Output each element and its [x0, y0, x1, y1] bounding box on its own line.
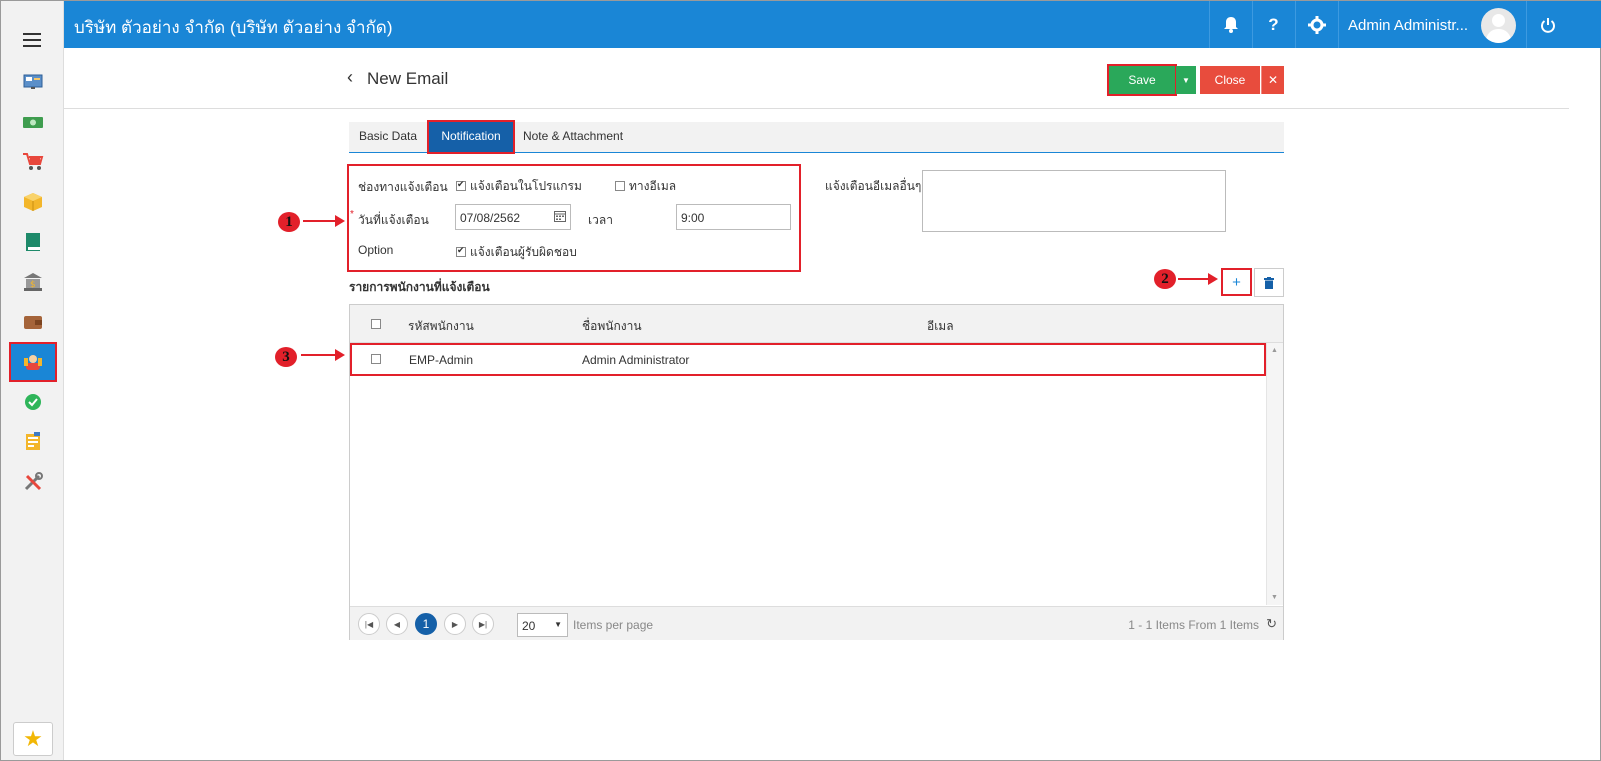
- save-dropdown-caret-icon[interactable]: ▼: [1176, 66, 1196, 94]
- prev-page-icon[interactable]: ◀: [386, 613, 408, 635]
- email-channel-label: ทางอีเมล: [629, 179, 677, 193]
- wallet-icon[interactable]: [11, 304, 55, 340]
- annotation-arrow-icon: [301, 349, 345, 361]
- checkbox-icon[interactable]: [615, 181, 625, 191]
- divider: [1338, 1, 1339, 48]
- gear-icon[interactable]: [1295, 1, 1337, 48]
- items-per-page-label: Items per page: [573, 618, 654, 632]
- help-icon[interactable]: ?: [1252, 1, 1294, 48]
- divider: [64, 108, 1569, 109]
- other-email-textarea[interactable]: [922, 170, 1226, 232]
- avatar[interactable]: [1481, 8, 1516, 43]
- add-employee-button[interactable]: +: [1221, 268, 1252, 296]
- star-icon[interactable]: ★: [13, 722, 53, 756]
- option-label: Option: [358, 243, 394, 257]
- employee-code: EMP-Admin: [409, 353, 474, 367]
- employee-list-title: รายการพนักงานที่แจ้งเตือน: [349, 280, 490, 294]
- save-button[interactable]: Save: [1107, 64, 1177, 96]
- time-field[interactable]: 9:00: [676, 204, 791, 230]
- column-header-code[interactable]: รหัสพนักงาน: [408, 317, 474, 336]
- date-label: วันที่แจ้งเตือน: [358, 213, 429, 227]
- next-page-icon[interactable]: ▶: [444, 613, 466, 635]
- checkbox-checked-icon[interactable]: [456, 179, 466, 191]
- close-x-icon[interactable]: ✕: [1261, 66, 1284, 94]
- tab-notification[interactable]: Notification: [427, 120, 515, 154]
- page-size-value: 20: [522, 619, 536, 633]
- bell-icon[interactable]: [1209, 1, 1251, 48]
- tools-icon[interactable]: [11, 464, 55, 500]
- book-icon[interactable]: [11, 224, 55, 260]
- in-app-label: แจ้งเตือนในโปรแกรม: [470, 179, 582, 193]
- top-bar: บริษัท ตัวอย่าง จำกัด (บริษัท ตัวอย่าง จ…: [64, 1, 1601, 48]
- required-mark: *: [350, 209, 354, 220]
- report-icon[interactable]: [11, 424, 55, 460]
- tab-bar: Basic Data Notification Note & Attachmen…: [349, 120, 1284, 154]
- first-page-icon[interactable]: |◀: [358, 613, 380, 635]
- trash-icon: [1264, 276, 1274, 289]
- items-summary: 1 - 1 Items From 1 Items: [1128, 618, 1259, 632]
- bank-icon[interactable]: $: [11, 264, 55, 300]
- grid-header: รหัสพนักงาน ชื่อพนักงาน อีเมล: [350, 305, 1283, 343]
- close-button[interactable]: Close: [1200, 66, 1260, 94]
- company-name: บริษัท ตัวอย่าง จำกัด (บริษัท ตัวอย่าง จ…: [74, 18, 393, 37]
- employee-icon[interactable]: [9, 342, 57, 382]
- money-icon[interactable]: [11, 104, 55, 140]
- hamburger-menu-icon[interactable]: [23, 33, 41, 47]
- annotation-badge-1: 1: [278, 212, 300, 232]
- refresh-icon[interactable]: ↻: [1266, 616, 1277, 632]
- page-size-select[interactable]: 20 ▼: [517, 613, 568, 637]
- row-checkbox[interactable]: [371, 354, 381, 364]
- box-icon[interactable]: [11, 184, 55, 220]
- dashboard-icon[interactable]: [11, 64, 55, 100]
- checkbox-checked-icon[interactable]: [456, 245, 466, 257]
- notification-settings-box: ช่องทางแจ้งเตือน แจ้งเตือนในโปรแกรม ทางอ…: [347, 164, 801, 272]
- pager: |◀ ◀ 1 ▶ ▶| 20 ▼ Items per page 1 - 1 It…: [350, 606, 1283, 640]
- tab-note-attachment[interactable]: Note & Attachment: [515, 122, 631, 152]
- power-icon[interactable]: [1526, 1, 1568, 48]
- annotation-badge-3: 3: [275, 347, 297, 367]
- employee-grid: รหัสพนักงาน ชื่อพนักงาน อีเมล EMP-Admin …: [349, 304, 1284, 640]
- tab-basic-data[interactable]: Basic Data: [349, 122, 427, 152]
- select-all-checkbox[interactable]: [371, 319, 381, 329]
- date-field[interactable]: 07/08/2562: [455, 204, 571, 230]
- other-email-label: แจ้งเตือนอีเมลอื่นๆ: [825, 179, 922, 193]
- cart-icon[interactable]: [11, 144, 55, 180]
- table-row[interactable]: EMP-Admin Admin Administrator: [350, 343, 1266, 376]
- chevron-down-icon: ▼: [554, 620, 562, 629]
- last-page-icon[interactable]: ▶|: [472, 613, 494, 635]
- column-header-email[interactable]: อีเมล: [927, 317, 954, 336]
- page-title: New Email: [367, 69, 449, 88]
- sidebar: $ ★: [1, 1, 64, 760]
- email-channel-checkbox[interactable]: ทางอีเมล: [615, 177, 676, 196]
- annotation-arrow-icon: [1178, 273, 1218, 285]
- notify-owner-label: แจ้งเตือนผู้รับผิดชอบ: [470, 245, 577, 259]
- notify-owner-checkbox[interactable]: แจ้งเตือนผู้รับผิดชอบ: [456, 243, 577, 262]
- calendar-icon[interactable]: [554, 210, 566, 225]
- column-header-name[interactable]: ชื่อพนักงาน: [582, 317, 642, 336]
- in-app-checkbox[interactable]: แจ้งเตือนในโปรแกรม: [456, 177, 582, 196]
- annotation-badge-2: 2: [1154, 269, 1176, 289]
- check-icon[interactable]: [11, 384, 55, 420]
- user-name[interactable]: Admin Administr...: [1348, 17, 1468, 34]
- vertical-scrollbar[interactable]: ▲ ▼: [1266, 343, 1283, 605]
- scroll-down-icon[interactable]: ▼: [1271, 594, 1278, 601]
- back-chevron-icon[interactable]: ‹: [347, 67, 353, 88]
- date-value: 07/08/2562: [460, 211, 521, 225]
- scroll-up-icon[interactable]: ▲: [1271, 347, 1278, 354]
- delete-button[interactable]: [1254, 268, 1284, 297]
- employee-name: Admin Administrator: [582, 353, 690, 367]
- annotation-arrow-icon: [303, 215, 345, 227]
- current-page-button[interactable]: 1: [415, 613, 437, 635]
- time-label: เวลา: [588, 213, 613, 227]
- channel-label: ช่องทางแจ้งเตือน: [358, 180, 448, 194]
